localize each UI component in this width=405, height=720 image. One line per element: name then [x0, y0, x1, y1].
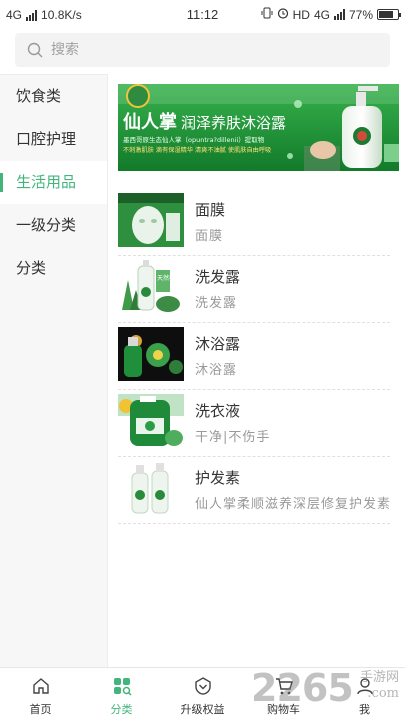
banner-line-1: 墨西哥原生态仙人掌（opuntra?dillenii）提取物: [123, 135, 265, 144]
nav-cart[interactable]: 购物车: [243, 668, 324, 720]
badge-natural: 天然植物: [157, 274, 181, 282]
product-list: 面膜 面膜 天然植物 洗发露 洗发露 沐浴露 沐浴露 洗衣液 干净|不伤手 护发…: [118, 189, 390, 524]
banner-image: 仙人掌 润泽养肤沐浴露 墨西哥原生态仙人掌（opuntra?dillenii）提…: [118, 84, 399, 171]
sidebar-item-category[interactable]: 分类: [0, 247, 107, 290]
nav-home[interactable]: 首页: [0, 668, 81, 720]
category-content: 仙人掌 润泽养肤沐浴露 墨西哥原生态仙人掌（opuntra?dillenii）提…: [108, 74, 405, 667]
product-name: 洗发露: [195, 268, 241, 286]
product-name: 护发素: [195, 469, 241, 487]
nav-cart-label: 购物车: [267, 703, 300, 716]
nav-home-label: 首页: [29, 703, 52, 716]
product-name: 面膜: [195, 201, 226, 219]
product-image-mask: [118, 193, 184, 247]
search-box[interactable]: [15, 33, 390, 67]
cart-icon: [275, 678, 293, 695]
product-item[interactable]: 天然植物 洗发露 洗发露: [118, 256, 390, 323]
product-item[interactable]: 洗衣液 干净|不伤手: [118, 390, 390, 457]
sidebar-item-oral-care[interactable]: 口腔护理: [0, 118, 107, 161]
vibrate-icon: [261, 7, 273, 22]
product-image-detergent: [118, 394, 184, 448]
signal-right-icon: [333, 9, 345, 20]
category-sidebar: 饮食类 口腔护理 生活用品 一级分类 分类: [0, 74, 108, 667]
product-item[interactable]: 沐浴露 沐浴露: [118, 323, 390, 390]
home-icon: [32, 678, 49, 694]
product-image-conditioner: [118, 461, 184, 515]
nav-upgrade-label: 升级权益: [180, 703, 225, 716]
alarm-icon: [277, 7, 289, 22]
sidebar-item-daily-goods[interactable]: 生活用品: [0, 161, 107, 204]
sidebar-item-food[interactable]: 饮食类: [0, 75, 107, 118]
bottom-nav: 首页 分类 升级权益 购物车 我: [0, 667, 405, 720]
network-right-label: 4G: [313, 7, 330, 22]
banner-line-2: 不刺激肌肤 滴有保湿精华 清爽不油腻 使肌肤自由呼吸: [123, 146, 271, 154]
status-bar: 4G 10.8K/s 11:12 HD 4G 77%: [0, 0, 405, 30]
product-item[interactable]: 护发素 仙人掌柔顺滋养深层修复护发素: [118, 457, 390, 524]
battery-percent: 77%: [348, 7, 373, 22]
search-icon: [27, 42, 43, 58]
product-image-shampoo: 天然植物: [118, 260, 184, 314]
nav-me[interactable]: 我: [324, 668, 405, 720]
search-bar: [0, 30, 405, 74]
upgrade-icon: [194, 677, 211, 695]
product-name: 沐浴露: [195, 335, 241, 353]
hd-label: HD: [292, 7, 310, 22]
status-right: HD 4G 77%: [261, 7, 401, 22]
search-input[interactable]: [51, 33, 371, 67]
battery-icon: [377, 9, 401, 20]
nav-category[interactable]: 分类: [81, 668, 162, 720]
promo-banner[interactable]: 仙人掌 润泽养肤沐浴露 墨西哥原生态仙人掌（opuntra?dillenii）提…: [118, 84, 399, 171]
banner-title: 仙人掌: [123, 111, 177, 133]
category-icon: [113, 678, 132, 696]
product-name: 洗衣液: [195, 402, 241, 420]
product-desc: 沐浴露: [195, 363, 238, 378]
product-desc: 面膜: [195, 229, 224, 244]
banner-subtitle: 润泽养肤沐浴露: [181, 114, 286, 132]
product-desc: 干净|不伤手: [195, 430, 271, 445]
product-desc: 洗发露: [195, 296, 238, 311]
nav-category-label: 分类: [110, 703, 133, 716]
user-icon: [356, 678, 373, 695]
product-item[interactable]: 面膜 面膜: [118, 189, 390, 256]
product-desc: 仙人掌柔顺滋养深层修复护发素: [195, 497, 392, 512]
nav-upgrade[interactable]: 升级权益: [162, 668, 243, 720]
nav-me-label: 我: [359, 703, 370, 716]
sidebar-item-level-one[interactable]: 一级分类: [0, 204, 107, 247]
product-image-body-wash: [118, 327, 184, 381]
